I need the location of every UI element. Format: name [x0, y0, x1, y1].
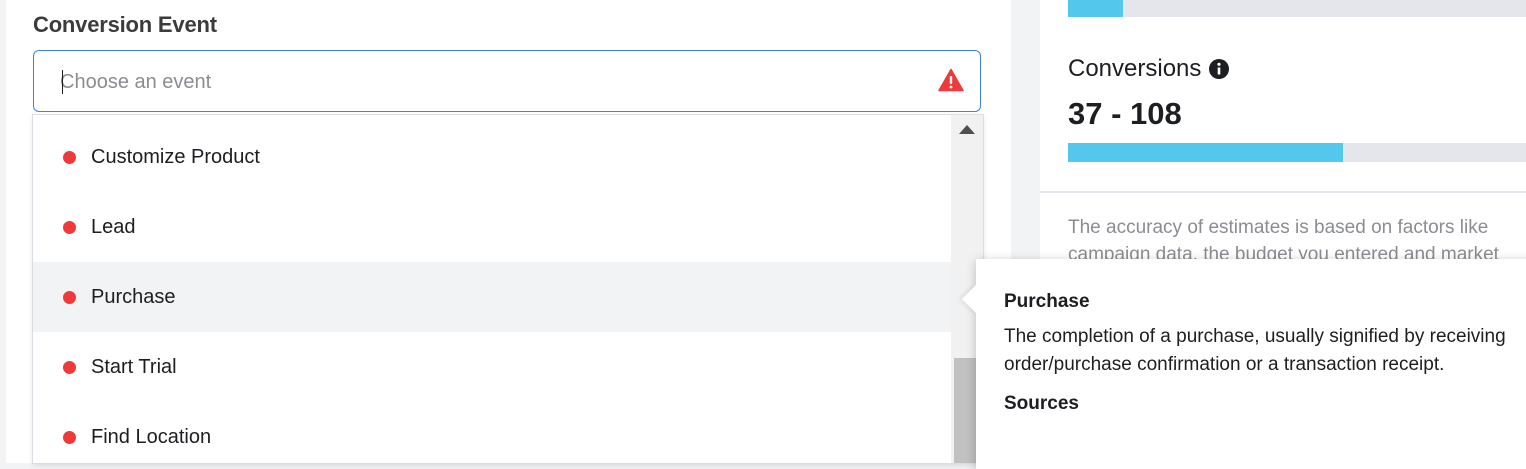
event-option-lead[interactable]: Lead: [33, 192, 951, 262]
tooltip-title: Purchase: [1004, 291, 1090, 312]
status-dot: [63, 430, 76, 444]
event-option-customize-product[interactable]: Customize Product: [33, 122, 951, 192]
event-option-label: Customize Product: [91, 145, 260, 168]
warning-triangle-icon: [938, 68, 964, 92]
info-icon[interactable]: [1208, 58, 1230, 80]
event-option-label: Find Location: [91, 425, 212, 448]
conversions-label: Conversions: [1068, 55, 1202, 82]
status-dot: [63, 290, 76, 304]
tooltip-sources-label: Sources: [1004, 393, 1079, 414]
conversions-range: 37 - 108: [1068, 96, 1182, 131]
conversions-estimate-bar-fill: [1068, 143, 1343, 162]
top-estimate-bar: [1068, 0, 1526, 17]
status-dot: [63, 150, 76, 164]
status-dot: [63, 360, 76, 374]
event-option-start-trial[interactable]: Start Trial: [33, 332, 951, 402]
text-caret: [62, 70, 63, 94]
event-option-label: Start Trial: [91, 355, 177, 378]
tooltip-content: Purchase The completion of a purchase, u…: [1004, 291, 1519, 415]
accuracy-note-line-1: The accuracy of estimates is based on fa…: [1068, 217, 1489, 238]
event-option-label: Purchase: [91, 285, 176, 308]
conversions-heading: Conversions: [1068, 55, 1230, 83]
status-dot: [63, 220, 76, 234]
event-option-find-location[interactable]: Find Location: [33, 402, 951, 463]
event-dropdown-list[interactable]: Customize Product Lead Purchase Start Tr…: [33, 115, 983, 463]
divider: [1040, 191, 1526, 193]
event-description-tooltip: Purchase The completion of a purchase, u…: [961, 259, 1526, 469]
event-search-input[interactable]: [58, 59, 922, 105]
event-option-purchase[interactable]: Purchase: [33, 262, 951, 332]
conversion-event-title: Conversion Event: [33, 12, 217, 37]
conversion-event-combobox[interactable]: [33, 50, 981, 112]
event-option-label: Lead: [91, 215, 136, 238]
top-estimate-bar-fill: [1068, 0, 1123, 17]
scroll-up-arrow-icon[interactable]: [959, 125, 975, 134]
conversions-estimate-bar: [1068, 143, 1526, 162]
tooltip-description: The completion of a purchase, usually si…: [1004, 326, 1506, 375]
